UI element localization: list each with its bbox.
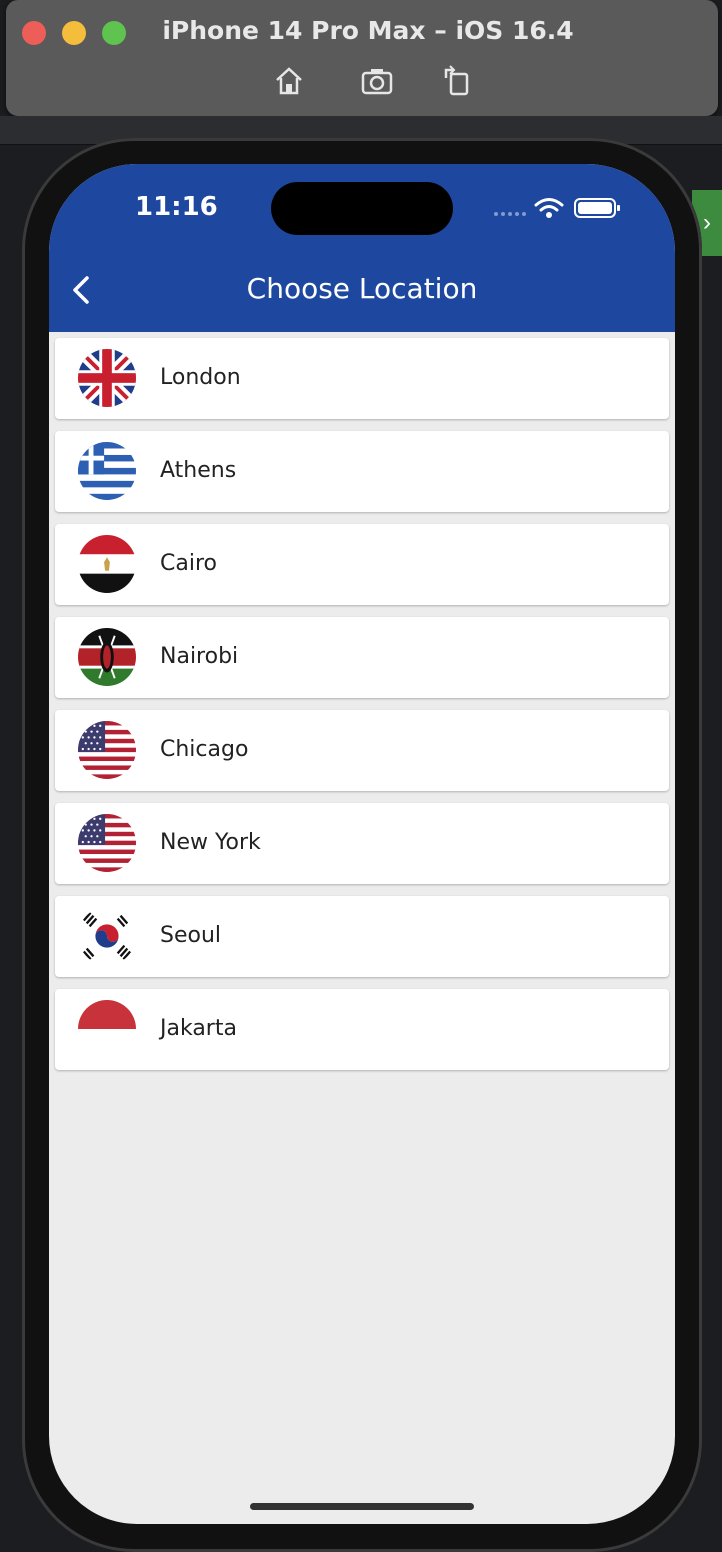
south-korea-flag-icon [78, 907, 136, 965]
list-item[interactable]: Cairo [55, 524, 669, 605]
location-label: London [160, 365, 241, 390]
dynamic-island [271, 182, 453, 235]
simulator-title: iPhone 14 Pro Max – iOS 16.4 [162, 16, 574, 45]
location-label: Chicago [160, 737, 249, 762]
kenya-flag-icon [78, 628, 136, 686]
location-label: New York [160, 830, 261, 855]
united-kingdom-flag-icon [78, 349, 136, 407]
status-icons [494, 198, 620, 218]
location-label: Jakarta [160, 1016, 237, 1041]
list-item[interactable]: Seoul [55, 896, 669, 977]
list-item[interactable]: Athens [55, 431, 669, 512]
cellular-signal-icon [494, 212, 526, 216]
app-header: 11:16 Choose Location [49, 164, 675, 332]
location-list: London Athens Cairo Nairobi Chicago New … [55, 338, 669, 1082]
usa-flag-icon [78, 814, 136, 872]
rotate-icon[interactable] [440, 64, 474, 98]
battery-icon [574, 198, 620, 218]
home-indicator[interactable] [250, 1503, 474, 1510]
phone-screen: 11:16 Choose Location London Athens Cair… [49, 164, 675, 1524]
greece-flag-icon [78, 442, 136, 500]
usa-flag-icon [78, 721, 136, 779]
list-item[interactable]: London [55, 338, 669, 419]
list-item[interactable]: Jakarta [55, 989, 669, 1070]
egypt-flag-icon [78, 535, 136, 593]
location-label: Athens [160, 458, 237, 483]
wifi-icon [534, 198, 564, 212]
indonesia-flag-icon [78, 1000, 136, 1058]
list-item[interactable]: New York [55, 803, 669, 884]
location-label: Seoul [160, 923, 222, 948]
simulator-title-bar: iPhone 14 Pro Max – iOS 16.4 [6, 0, 718, 116]
location-label: Cairo [160, 551, 217, 576]
screenshot-icon[interactable] [360, 64, 394, 98]
home-icon[interactable] [272, 64, 306, 98]
status-time: 11:16 [135, 192, 218, 222]
list-item[interactable]: Chicago [55, 710, 669, 791]
list-item[interactable]: Nairobi [55, 617, 669, 698]
location-label: Nairobi [160, 644, 239, 669]
page-title: Choose Location [246, 272, 478, 305]
